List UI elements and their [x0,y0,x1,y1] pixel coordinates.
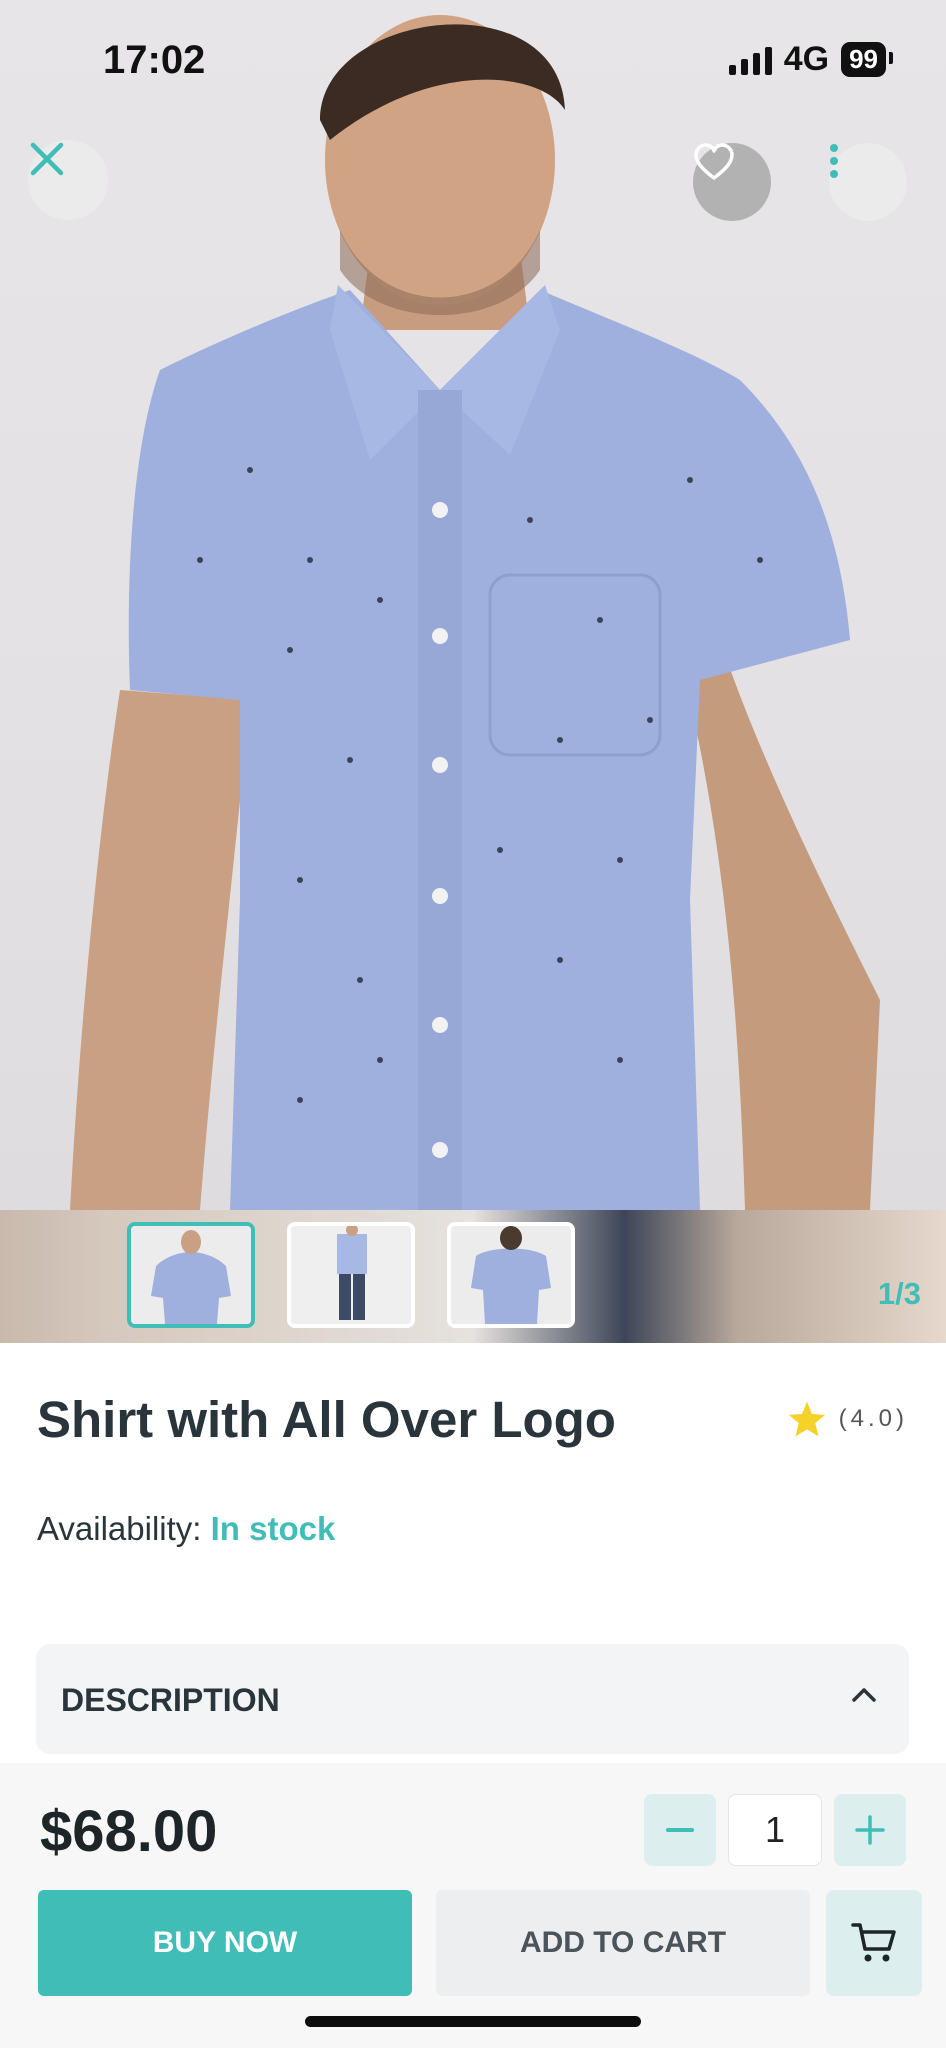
chevron-up-icon [852,1688,876,1702]
heart-icon [694,143,734,180]
thumbnail-1[interactable] [127,1222,255,1328]
thumbnail-image [451,1226,571,1324]
thumbnail-image [131,1226,251,1324]
price: $68.00 [40,1799,218,1864]
quantity-increase-button[interactable] [834,1794,906,1866]
favorite-button[interactable] [693,143,771,221]
availability-status: In stock [210,1510,336,1547]
home-indicator [305,2016,641,2027]
product-rating: (4.0) [787,1400,908,1438]
thumbnail-2[interactable] [287,1222,415,1328]
status-time: 17:02 [103,38,206,82]
thumbnail-image [291,1226,411,1324]
image-counter: 1/3 [877,1276,921,1311]
thumbnail-strip [0,1210,946,1343]
availability: Availability: In stock [37,1510,335,1548]
network-type: 4G [783,40,830,78]
quantity-field[interactable]: 1 [728,1794,822,1866]
plus-icon [855,1815,885,1845]
minus-icon [666,1828,694,1832]
star-icon [788,1401,825,1437]
product-image[interactable]: 17:02 4G 99 [0,0,946,1210]
close-button[interactable] [28,140,108,220]
description-label: DESCRIPTION [61,1682,280,1718]
buy-now-button[interactable]: BUY NOW [38,1890,412,1996]
cart-icon [851,1923,896,1962]
status-indicators: 4G 99 [728,40,893,79]
model-photo [70,15,880,1210]
description-accordion[interactable]: DESCRIPTION [36,1644,909,1754]
rating-value: (4.0) [838,1405,908,1432]
more-vertical-icon [830,144,838,178]
more-options-button[interactable] [829,143,907,221]
battery-icon: 99 [841,42,893,77]
add-to-cart-button[interactable]: ADD TO CART [436,1890,810,1996]
quantity-decrease-button[interactable] [644,1794,716,1866]
cart-button[interactable] [826,1890,922,1996]
thumbnail-3[interactable] [447,1222,575,1328]
availability-label: Availability: [37,1510,211,1547]
product-title: Shirt with All Over Logo [37,1391,616,1448]
close-icon [30,142,64,176]
signal-icon [728,45,772,75]
